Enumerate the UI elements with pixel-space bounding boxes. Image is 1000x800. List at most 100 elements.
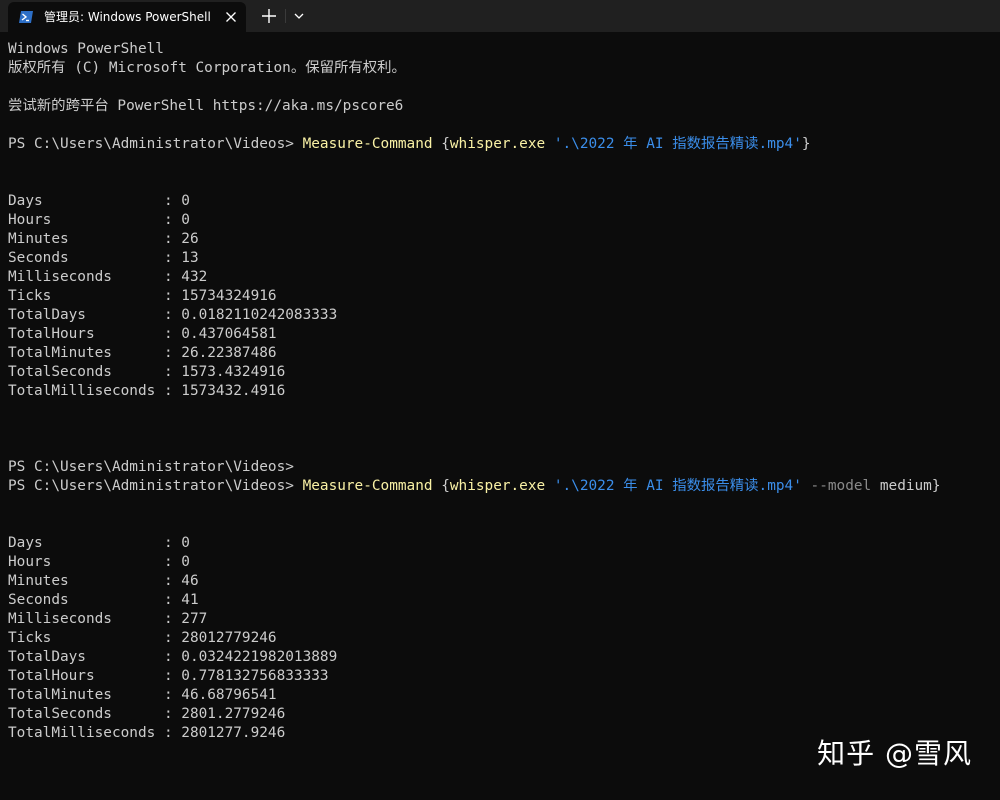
cmdlet: Measure-Command <box>302 136 433 152</box>
prompt: PS C:\Users\Administrator\Videos> <box>8 136 303 152</box>
result-label: Milliseconds <box>8 611 164 627</box>
result-label: Hours <box>8 554 164 570</box>
result-separator: : <box>163 554 182 570</box>
brace: { <box>432 136 450 152</box>
console-output[interactable]: Windows PowerShell 版权所有 (C) Microsoft Co… <box>8 40 998 800</box>
result-label: Minutes <box>8 231 164 247</box>
result-row: Milliseconds : 277 <box>8 610 207 629</box>
chevron-down-icon[interactable] <box>288 5 310 27</box>
result-separator: : <box>163 687 182 703</box>
result-label: Seconds <box>8 592 164 608</box>
prompt: PS C:\Users\Administrator\Videos> <box>8 478 303 494</box>
result-row: Ticks : 15734324916 <box>8 287 277 306</box>
result-value: 0 <box>181 535 190 551</box>
result-row: TotalHours : 0.437064581 <box>8 325 277 344</box>
brace: { <box>432 478 450 494</box>
result-value: 0 <box>181 554 190 570</box>
result-label: Days <box>8 193 164 209</box>
banner-line: 版权所有 (C) Microsoft Corporation。保留所有权利。 <box>8 60 406 76</box>
tab-bar: 管理员: Windows PowerShell <box>0 0 1000 32</box>
result-label: TotalSeconds <box>8 706 164 722</box>
result-separator: : <box>163 649 182 665</box>
cmdlet: Measure-Command <box>302 478 433 494</box>
result-value: 26 <box>181 231 199 247</box>
tab-powershell[interactable]: 管理员: Windows PowerShell <box>8 2 246 32</box>
result-separator: : <box>163 630 182 646</box>
result-label: TotalMinutes <box>8 345 164 361</box>
result-value: 277 <box>181 611 208 627</box>
result-label: Ticks <box>8 288 164 304</box>
result-value: 2801277.9246 <box>181 725 286 741</box>
result-separator: : <box>163 725 182 741</box>
result-separator: : <box>163 592 182 608</box>
result-row: TotalDays : 0.0182110242083333 <box>8 306 337 325</box>
result-label: Minutes <box>8 573 164 589</box>
result-label: TotalMinutes <box>8 687 164 703</box>
result-value: 41 <box>181 592 199 608</box>
result-value: 0.778132756833333 <box>181 668 329 684</box>
result-row: Seconds : 13 <box>8 249 199 268</box>
command-line: PS C:\Users\Administrator\Videos> Measur… <box>8 477 941 496</box>
tab-title: 管理员: Windows PowerShell <box>44 10 211 24</box>
result-separator: : <box>163 611 182 627</box>
result-value: 46 <box>181 573 199 589</box>
result-row: TotalMilliseconds : 2801277.9246 <box>8 724 285 743</box>
result-value: 28012779246 <box>181 630 277 646</box>
result-separator: : <box>163 193 182 209</box>
result-label: TotalDays <box>8 307 164 323</box>
result-label: Ticks <box>8 630 164 646</box>
result-row: TotalMinutes : 26.22387486 <box>8 344 277 363</box>
result-separator: : <box>163 345 182 361</box>
result-row: TotalMilliseconds : 1573432.4916 <box>8 382 285 401</box>
result-value: 1573.4324916 <box>181 364 286 380</box>
result-separator: : <box>163 535 182 551</box>
result-separator: : <box>163 706 182 722</box>
result-label: TotalSeconds <box>8 364 164 380</box>
result-separator: : <box>163 231 182 247</box>
result-row: Minutes : 26 <box>8 230 199 249</box>
result-row: Ticks : 28012779246 <box>8 629 277 648</box>
result-value: 46.68796541 <box>181 687 277 703</box>
result-row: TotalHours : 0.778132756833333 <box>8 667 329 686</box>
new-tab-button[interactable] <box>256 5 282 27</box>
brace: } <box>931 478 941 494</box>
brace: } <box>801 136 811 152</box>
result-row: Seconds : 41 <box>8 591 199 610</box>
result-label: TotalMilliseconds <box>8 725 164 741</box>
result-separator: : <box>163 326 182 342</box>
result-value: 0.0324221982013889 <box>181 649 338 665</box>
result-label: TotalMilliseconds <box>8 383 164 399</box>
result-label: TotalHours <box>8 668 164 684</box>
result-row: TotalMinutes : 46.68796541 <box>8 686 277 705</box>
tab-divider <box>285 9 286 23</box>
result-separator: : <box>163 212 182 228</box>
banner-line: Windows PowerShell <box>8 41 164 57</box>
result-value: 13 <box>181 250 199 266</box>
command-line: PS C:\Users\Administrator\Videos> Measur… <box>8 135 811 154</box>
result-label: Days <box>8 535 164 551</box>
path-string: '.\2022 年 AI 指数报告精读.mp4' <box>553 136 802 152</box>
result-separator: : <box>163 250 182 266</box>
result-value: 26.22387486 <box>181 345 277 361</box>
result-label: Milliseconds <box>8 269 164 285</box>
result-value: 0 <box>181 212 190 228</box>
executable: whisper.exe <box>449 136 546 152</box>
result-row: TotalSeconds : 2801.2779246 <box>8 705 285 724</box>
executable: whisper.exe <box>449 478 546 494</box>
parameter-value: medium <box>871 478 932 494</box>
terminal-window: 管理员: Windows PowerShell Windows PowerShe… <box>0 0 1000 800</box>
result-value: 0.0182110242083333 <box>181 307 338 323</box>
result-label: Hours <box>8 212 164 228</box>
result-row: Hours : 0 <box>8 211 190 230</box>
result-separator: : <box>163 364 182 380</box>
close-icon[interactable] <box>224 10 238 24</box>
watermark: 知乎 @雪风 <box>817 737 972 770</box>
result-value: 0.437064581 <box>181 326 277 342</box>
result-row: Minutes : 46 <box>8 572 199 591</box>
result-row: Days : 0 <box>8 192 190 211</box>
result-label: TotalHours <box>8 326 164 342</box>
result-value: 15734324916 <box>181 288 277 304</box>
result-row: Days : 0 <box>8 534 190 553</box>
powershell-icon <box>18 10 34 24</box>
